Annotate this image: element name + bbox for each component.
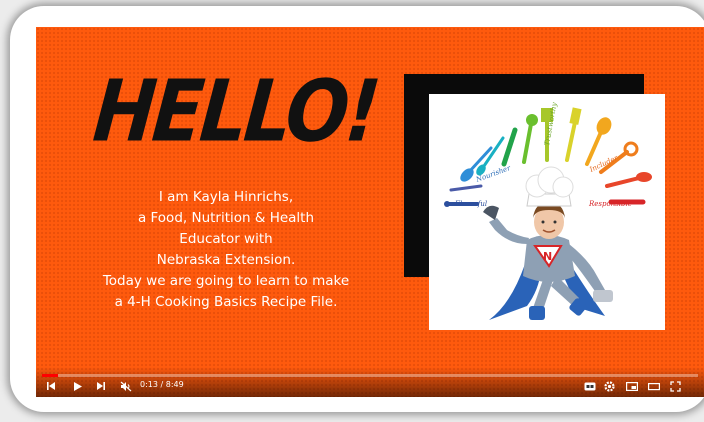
mute-button[interactable]	[120, 379, 132, 393]
miniplayer-icon	[626, 381, 638, 391]
word-flavorful: Flavorful	[454, 200, 487, 208]
previous-button[interactable]	[46, 379, 56, 393]
fullscreen-icon	[670, 380, 681, 392]
player-controls: 0:13 / 8:49	[36, 367, 704, 397]
intro-line: a Food, Nutrition & Health	[137, 210, 315, 226]
play-icon	[74, 381, 82, 391]
intro-line: a 4-H Cooking Basics Recipe File.	[114, 294, 338, 310]
time-display: 0:13 / 8:49	[140, 380, 184, 389]
video-player[interactable]: HELLO! I am Kayla Hinrichs, a Food, Nutr…	[36, 27, 704, 397]
time-separator: /	[157, 380, 166, 389]
chef-hero-illustration: Nourisher Trustworthy Includer Flavorful…	[429, 94, 665, 330]
intro-line: Nebraska Extension.	[156, 252, 296, 268]
word-responsible: Responsible	[588, 200, 632, 208]
play-button[interactable]	[72, 379, 83, 393]
theater-icon	[648, 382, 660, 390]
miniplayer-button[interactable]	[626, 379, 638, 393]
intro-line: I am Kayla Hinrichs,	[158, 189, 294, 205]
settings-icon	[604, 380, 615, 392]
theater-mode-button[interactable]	[648, 379, 660, 393]
duration: 8:49	[165, 380, 184, 389]
superhero-chef: N	[483, 166, 613, 320]
intro-line: Educator with	[179, 231, 273, 247]
progress-played	[42, 374, 59, 377]
slide-intro-text: I am Kayla Hinrichs, a Food, Nutrition &…	[76, 187, 376, 313]
slide-heading: HELLO!	[89, 62, 382, 161]
fullscreen-button[interactable]	[670, 379, 681, 393]
current-time: 0:13	[140, 380, 158, 389]
settings-button[interactable]	[604, 379, 615, 393]
mute-icon	[120, 381, 132, 391]
hero-badge-letter: N	[543, 250, 552, 263]
skip-back-icon	[47, 382, 55, 390]
next-button[interactable]	[96, 379, 106, 393]
intro-line: Today we are going to learn to make	[102, 273, 350, 289]
progress-bar[interactable]	[42, 374, 698, 377]
skip-next-icon	[97, 382, 105, 390]
captions-icon	[584, 382, 596, 390]
chef-hero-svg: Nourisher Trustworthy Includer Flavorful…	[444, 101, 652, 320]
captions-button[interactable]	[584, 379, 596, 393]
